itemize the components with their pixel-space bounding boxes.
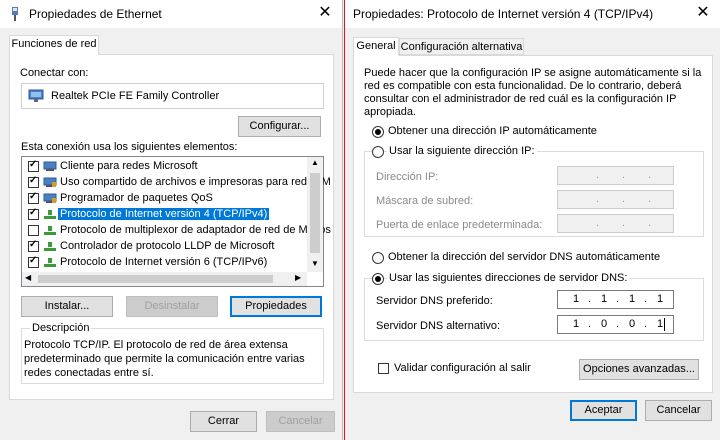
- item-checkbox[interactable]: [28, 225, 39, 236]
- elements-label: Esta conexión usa los siguientes element…: [21, 141, 238, 153]
- manual-dns-group: Usar las siguientes direcciones de servi…: [364, 272, 704, 341]
- window-title: Propiedades: Protocolo de Internet versi…: [353, 7, 654, 21]
- manual-ip-radio[interactable]: [372, 146, 384, 158]
- scroll-left-icon[interactable]: ◀: [25, 273, 31, 282]
- connect-label: Conectar con:: [20, 67, 89, 79]
- close-icon[interactable]: ✕: [686, 0, 720, 28]
- item-checkbox[interactable]: [28, 175, 39, 188]
- adapter-field: Realtek PCIe FE Family Controller: [21, 83, 324, 109]
- item-label: Protocolo de multiplexor de adaptador de…: [60, 224, 331, 236]
- validate-checkbox[interactable]: [378, 363, 389, 374]
- item-label: Protocolo de Internet versión 6 (TCP/IPv…: [60, 256, 268, 268]
- elements-list: Cliente para redes Microsoft Uso comparti…: [21, 156, 331, 287]
- auto-dns-radio[interactable]: [372, 252, 384, 264]
- item-label: Programador de paquetes QoS: [60, 192, 213, 204]
- scroll-right-icon[interactable]: ▶: [295, 273, 301, 282]
- intro-line2: red es compatible con esta funcionalidad…: [364, 80, 682, 92]
- auto-dns-label[interactable]: Obtener la dirección del servidor DNS au…: [388, 251, 660, 263]
- list-item[interactable]: Uso compartido de archivos e impresoras …: [22, 175, 331, 191]
- item-checkbox[interactable]: [28, 255, 39, 268]
- scroll-thumb[interactable]: [310, 173, 320, 253]
- item-label: Controlador de protocolo LLDP de Microso…: [60, 240, 275, 252]
- item-label: Uso compartido de archivos e impresoras …: [60, 176, 331, 188]
- item-checkbox[interactable]: [28, 159, 39, 172]
- network-service-icon: [43, 193, 57, 203]
- description-text-line2: predeterminado que permite la comunicaci…: [24, 353, 305, 365]
- tab-network[interactable]: Funciones de red: [9, 35, 99, 55]
- dns-preferred-field[interactable]: 1 . 1 . 1 . 1: [557, 290, 674, 309]
- auto-ip-radio[interactable]: [372, 126, 384, 138]
- list-item[interactable]: Programador de paquetes QoS: [22, 191, 318, 207]
- description-text-line1: Protocolo TCP/IP. El protocolo de red de…: [24, 339, 288, 351]
- network-adapter-icon: [28, 89, 44, 102]
- item-checkbox[interactable]: [28, 207, 39, 220]
- gateway-field: . . .: [557, 214, 674, 233]
- protocol-icon: [44, 226, 56, 235]
- dns-alternate-field[interactable]: 1 . 0 . 0 . 1: [557, 315, 674, 334]
- manual-ip-label[interactable]: Usar la siguiente dirección IP:: [387, 145, 537, 157]
- configure-button[interactable]: Configurar...: [238, 116, 321, 137]
- adapter-name: Realtek PCIe FE Family Controller: [51, 90, 220, 102]
- text-cursor: [664, 318, 665, 331]
- subnet-field: . . .: [557, 190, 674, 209]
- manual-dns-radio[interactable]: [372, 273, 384, 285]
- description-label: Descripción: [30, 322, 92, 334]
- dns-alternate-label: Servidor DNS alternativo:: [376, 320, 501, 332]
- list-item[interactable]: Protocolo de Internet versión 4 (TCP/IPv…: [22, 207, 318, 223]
- item-checkbox[interactable]: [28, 191, 39, 204]
- validate-label[interactable]: Validar configuración al salir: [394, 362, 531, 374]
- window-title: Propiedades de Ethernet: [29, 7, 162, 21]
- dns-preferred-label: Servidor DNS preferido:: [376, 295, 493, 307]
- protocol-icon: [44, 242, 56, 251]
- horizontal-scrollbar[interactable]: ◀ ▶: [22, 272, 307, 286]
- scroll-down-icon[interactable]: ▼: [311, 259, 319, 268]
- ip-address-label: Dirección IP:: [376, 171, 439, 183]
- list-item[interactable]: Controlador de protocolo LLDP de Microso…: [22, 239, 318, 255]
- list-item[interactable]: Cliente para redes Microsoft: [22, 159, 318, 175]
- ok-button[interactable]: Aceptar: [570, 400, 637, 421]
- intro-line4: apropiada.: [364, 106, 416, 118]
- protocol-icon: [44, 258, 56, 267]
- manual-ip-group: Usar la siguiente dirección IP: Direcció…: [364, 145, 704, 237]
- ip-address-field: . . .: [557, 166, 674, 185]
- manual-dns-label[interactable]: Usar las siguientes direcciones de servi…: [387, 272, 630, 284]
- subnet-label: Máscara de subred:: [376, 195, 474, 207]
- item-label: Cliente para redes Microsoft: [60, 160, 198, 172]
- cancel-button: Cancelar: [266, 411, 335, 432]
- gateway-label: Puerta de enlace predeterminada:: [376, 219, 543, 231]
- ipv4-properties-window: Propiedades: Protocolo de Internet versi…: [344, 0, 720, 440]
- description-group: Descripción Protocolo TCP/IP. El protoco…: [21, 322, 324, 384]
- list-item[interactable]: Protocolo de Internet versión 6 (TCP/IPv…: [22, 255, 318, 271]
- uninstall-button: Desinstalar: [126, 296, 218, 317]
- description-text-line3: redes conectadas entre sí.: [24, 367, 154, 379]
- tab-panel: Conectar con: Realtek PCIe FE Family Con…: [9, 54, 334, 400]
- title-bar[interactable]: Propiedades: Protocolo de Internet versi…: [345, 0, 720, 28]
- scroll-up-icon[interactable]: ▲: [311, 158, 319, 167]
- network-service-icon: [43, 177, 57, 187]
- close-icon[interactable]: ✕: [308, 0, 342, 28]
- cancel-button[interactable]: Cancelar: [645, 400, 712, 421]
- list-item[interactable]: Protocolo de multiplexor de adaptador de…: [22, 223, 331, 239]
- install-button[interactable]: Instalar...: [21, 296, 113, 317]
- vertical-scrollbar[interactable]: ▲ ▼: [307, 157, 323, 272]
- ethernet-icon: [12, 7, 18, 21]
- tab-general[interactable]: General: [353, 37, 399, 56]
- item-checkbox[interactable]: [28, 239, 39, 252]
- close-button[interactable]: Cerrar: [190, 411, 257, 432]
- intro-line3: consultar con el administrador de red cu…: [364, 93, 677, 105]
- ethernet-properties-window: Propiedades de Ethernet ✕ Funciones de r…: [0, 0, 343, 440]
- protocol-icon: [44, 210, 56, 219]
- intro-line1: Puede hacer que la configuración IP se a…: [364, 67, 702, 79]
- hscroll-thumb[interactable]: [38, 275, 273, 283]
- advanced-options-button[interactable]: Opciones avanzadas...: [579, 359, 699, 380]
- auto-ip-label[interactable]: Obtener una dirección IP automáticamente: [388, 125, 597, 137]
- general-panel: Puede hacer que la configuración IP se a…: [353, 55, 713, 393]
- network-client-icon: [43, 161, 57, 171]
- item-label: Protocolo de Internet versión 4 (TCP/IPv…: [58, 208, 270, 220]
- title-bar[interactable]: Propiedades de Ethernet ✕: [0, 0, 342, 28]
- properties-button[interactable]: Propiedades: [230, 296, 322, 317]
- tab-alternate-config[interactable]: Configuración alternativa: [399, 38, 524, 55]
